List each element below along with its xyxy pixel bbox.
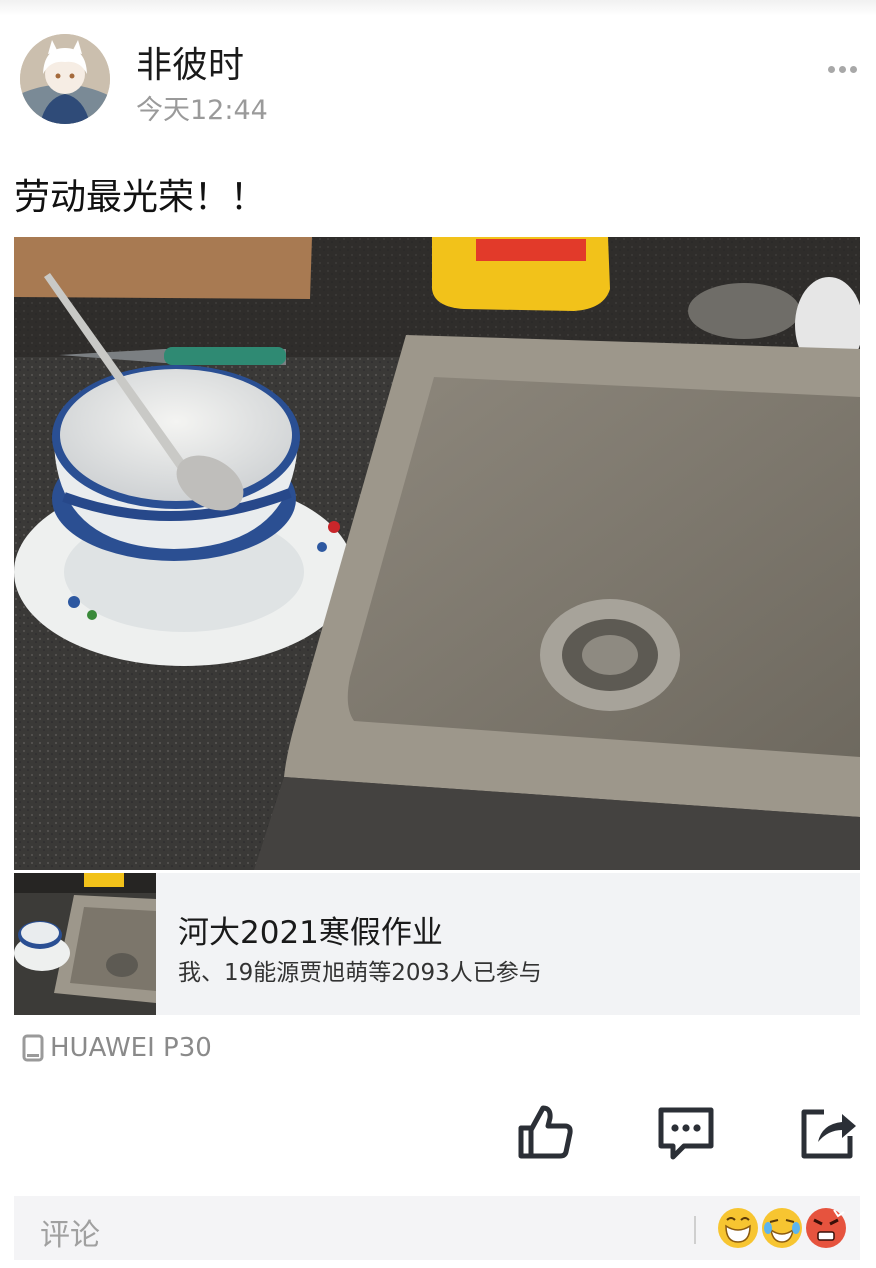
thumbs-up-icon[interactable] [515, 1102, 575, 1162]
comment-icon[interactable] [656, 1102, 716, 1162]
topic-thumbnail [14, 873, 156, 1015]
device-label: HUAWEI P30 [50, 1033, 212, 1063]
comment-placeholder[interactable]: 评论 [40, 1210, 100, 1254]
avatar[interactable] [20, 34, 110, 124]
comment-input-bar[interactable]: 评论 [14, 1196, 860, 1260]
phone-icon [22, 1034, 44, 1062]
topic-title: 河大2021寒假作业 [178, 915, 443, 951]
share-icon[interactable] [798, 1102, 858, 1162]
more-options-icon[interactable] [828, 58, 864, 73]
cropped-status-strip: ᵀ ⁻ ᵔ ᵗ [0, 0, 876, 16]
post-text: 劳动最光荣！！ [14, 177, 267, 218]
divider [694, 1216, 696, 1244]
grin-emoji-icon[interactable] [716, 1206, 760, 1250]
topic-card[interactable]: 河大2021寒假作业 我、19能源贾旭萌等2093人已参与 [14, 873, 860, 1015]
post-photo[interactable] [14, 237, 863, 870]
laugh-cry-emoji-icon[interactable] [760, 1206, 804, 1250]
topic-participants: 我、19能源贾旭萌等2093人已参与 [178, 960, 542, 986]
angry-emoji-icon[interactable] [804, 1206, 848, 1250]
author-name[interactable]: 非彼时 [136, 36, 244, 88]
post-time: 今天12:44 [136, 95, 268, 126]
device-tag: HUAWEI P30 [22, 1032, 212, 1064]
